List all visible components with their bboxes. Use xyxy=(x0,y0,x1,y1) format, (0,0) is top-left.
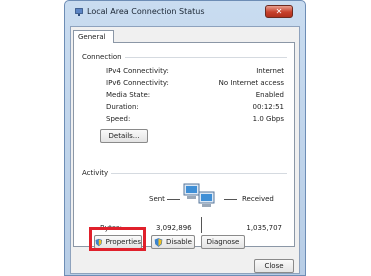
general-panel: Connection IPv4 Connectivity: Internet I… xyxy=(73,42,295,247)
diagnose-button-label: Diagnose xyxy=(206,238,240,246)
activity-separator xyxy=(201,217,202,233)
window-title: Local Area Connection Status xyxy=(87,7,205,16)
window-close-button[interactable]: ✕ xyxy=(265,5,293,18)
media-state-value: Enabled xyxy=(255,91,284,99)
activity-group-label: Activity xyxy=(82,169,112,177)
network-activity-icon xyxy=(183,183,215,207)
details-button[interactable]: Details... xyxy=(100,129,148,143)
ipv4-value: Internet xyxy=(256,67,284,75)
properties-highlight-box xyxy=(89,227,146,251)
bytes-received-value: 1,035,707 xyxy=(246,224,282,232)
tab-general[interactable]: General xyxy=(73,30,114,43)
ipv6-value: No Internet access xyxy=(218,79,284,87)
duration-value: 00:12:51 xyxy=(252,103,284,111)
ipv6-label: IPv6 Connectivity: xyxy=(106,79,169,87)
close-button[interactable]: Close xyxy=(254,259,294,273)
ipv4-label: IPv4 Connectivity: xyxy=(106,67,169,75)
uac-shield-icon xyxy=(154,237,163,247)
title-bar[interactable]: Local Area Connection Status ✕ xyxy=(65,1,305,23)
disable-button-label: Disable xyxy=(166,238,192,246)
close-button-label: Close xyxy=(264,262,284,270)
diagnose-button[interactable]: Diagnose xyxy=(201,235,245,249)
sent-line xyxy=(167,199,180,200)
disable-button[interactable]: Disable xyxy=(151,235,195,249)
activity-divider xyxy=(82,173,287,174)
speed-value: 1.0 Gbps xyxy=(252,115,284,123)
media-state-label: Media State: xyxy=(106,91,151,99)
details-button-label: Details... xyxy=(108,132,140,140)
connection-group-label: Connection xyxy=(82,53,125,61)
close-icon: ✕ xyxy=(275,7,283,16)
sent-label: Sent xyxy=(149,195,165,203)
speed-label: Speed: xyxy=(106,115,131,123)
network-icon xyxy=(75,8,83,16)
received-label: Received xyxy=(242,195,274,203)
bytes-sent-value: 3,092,896 xyxy=(156,224,192,232)
received-line xyxy=(224,199,237,200)
duration-label: Duration: xyxy=(106,103,139,111)
